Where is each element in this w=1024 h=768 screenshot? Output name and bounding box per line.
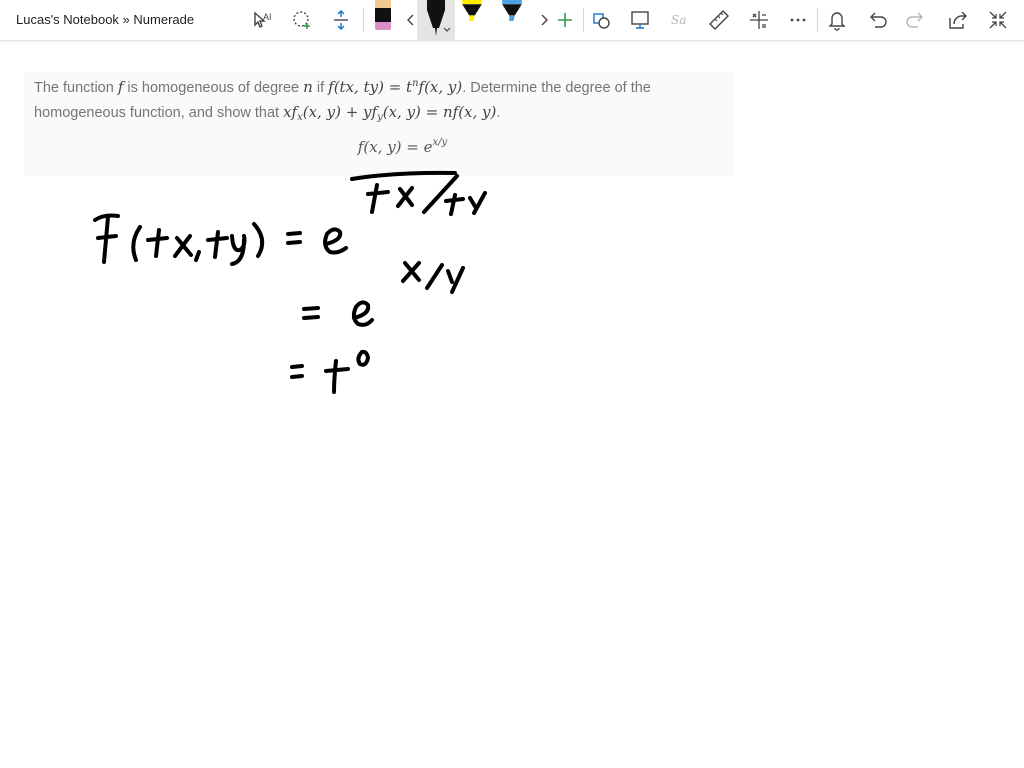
- ink-to-text-icon: [631, 11, 649, 29]
- math-part: xf: [283, 103, 298, 121]
- math-part: (x, y) = nf(x, y): [382, 103, 497, 121]
- window-title: Lucas's Notebook » Numerade: [16, 12, 195, 27]
- dotted-circle-plus-icon: [293, 11, 310, 29]
- blue-highlighter-button[interactable]: [498, 0, 534, 40]
- problem-statement: The function f is homogeneous of degree …: [24, 72, 733, 176]
- highlighter-icon: [462, 0, 482, 21]
- math-part: f(x, y): [418, 78, 463, 96]
- math-subscript: x: [297, 112, 303, 123]
- lasso-select-button[interactable]: AI: [248, 6, 276, 34]
- plus-icon: [558, 13, 572, 27]
- more-horizontal-icon: [790, 18, 806, 22]
- math-euler-identity: xfx(x, y) + yfy(x, y) = nf(x, y): [283, 103, 497, 123]
- ink-to-text-button[interactable]: [626, 6, 654, 34]
- math-part: f(x, y) = e: [357, 138, 433, 156]
- undo-button[interactable]: [863, 6, 891, 34]
- ink-exponent-tx-over-ty: [350, 170, 487, 216]
- problem-text: The function f is homogeneous of degree …: [34, 76, 734, 126]
- problem-text-part: is homogeneous of degree: [123, 80, 304, 96]
- ink-line-2: [302, 300, 374, 327]
- notifications-button[interactable]: [823, 6, 851, 34]
- yellow-highlighter-button[interactable]: [458, 0, 494, 40]
- math-superscript: x/y: [432, 137, 448, 148]
- more-options-button[interactable]: [784, 6, 812, 34]
- ink-line-3: [290, 349, 370, 394]
- black-pen-button[interactable]: [417, 0, 455, 40]
- collapse-icon: [989, 11, 1007, 29]
- toolbar-separator: [583, 8, 584, 32]
- undo-icon: [870, 12, 887, 28]
- ink-to-math-button[interactable]: Sa: [666, 6, 694, 34]
- share-button[interactable]: [943, 6, 971, 34]
- math-n: n: [303, 78, 313, 96]
- highlighter-icon: [502, 0, 522, 21]
- math-symbols-icon: [750, 11, 768, 29]
- redo-icon: [906, 12, 923, 28]
- svg-text:Sa: Sa: [671, 13, 686, 27]
- math-superscript: n: [412, 78, 419, 89]
- ink-exponent-x-over-y: [401, 261, 465, 294]
- pen-icon: [375, 0, 391, 30]
- toolbar: Lucas's Notebook » Numerade AI Sa: [0, 0, 1024, 41]
- ruler-button[interactable]: [705, 6, 733, 34]
- problem-text-part: .: [496, 105, 501, 121]
- given-function-equation: f(x, y) = ex/y: [24, 137, 781, 156]
- pink-pen-button[interactable]: [369, 0, 397, 40]
- problem-text-part: The function: [34, 80, 118, 96]
- pen-icon: [427, 0, 451, 36]
- math-subscript: y: [377, 112, 383, 123]
- ink-to-math-icon: Sa: [671, 13, 686, 27]
- exit-fullscreen-button[interactable]: [984, 6, 1012, 34]
- share-icon: [949, 11, 967, 29]
- add-shape-button[interactable]: [288, 6, 316, 34]
- math-homogeneity-definition: f(tx, ty) = tnf(x, y): [328, 78, 462, 96]
- svg-text:AI: AI: [263, 12, 272, 22]
- toolbar-separator: [363, 8, 364, 32]
- ruler-icon: [709, 10, 729, 30]
- toolbar-separator: [817, 8, 818, 32]
- lasso-select-icon: AI: [254, 11, 272, 28]
- problem-text-part: if: [312, 80, 329, 96]
- math-part: f(tx, ty) = t: [328, 78, 413, 96]
- add-pen-button[interactable]: [551, 6, 579, 34]
- ink-to-shape-icon: [593, 13, 610, 29]
- math-button[interactable]: [745, 6, 773, 34]
- redo-button[interactable]: [902, 6, 930, 34]
- ink-line-1: [93, 213, 348, 266]
- add-space-icon: [334, 10, 348, 30]
- math-part: (x, y) + yf: [302, 103, 378, 121]
- bell-icon: [828, 12, 846, 31]
- add-space-button[interactable]: [327, 6, 355, 34]
- ink-to-shape-button[interactable]: [588, 6, 616, 34]
